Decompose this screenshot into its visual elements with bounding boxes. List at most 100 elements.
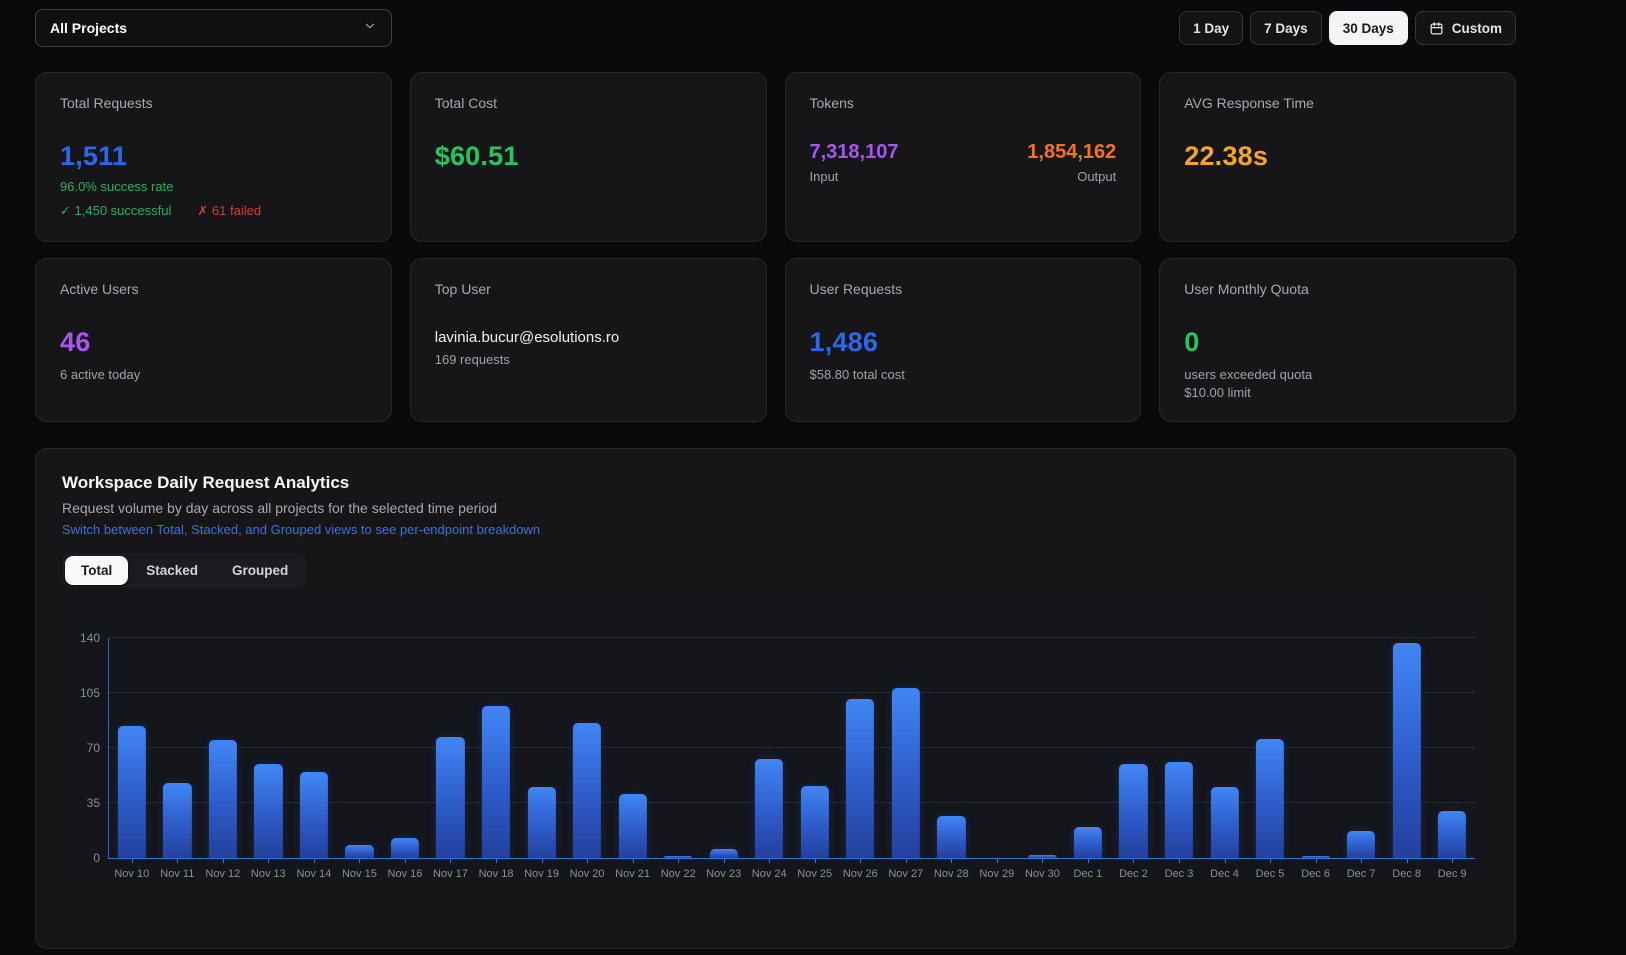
bar-slot-nov-23: Nov 23 xyxy=(701,638,747,858)
bar-slot-dec-3: Dec 3 xyxy=(1156,638,1202,858)
bar-dec-7[interactable] xyxy=(1347,831,1375,858)
x-axis-tick-label: Nov 21 xyxy=(615,868,650,880)
bar-dec-3[interactable] xyxy=(1165,762,1193,858)
bar-nov-20[interactable] xyxy=(573,723,601,858)
chart-bars: Nov 10Nov 11Nov 12Nov 13Nov 14Nov 15Nov … xyxy=(109,638,1475,858)
bar-dec-1[interactable] xyxy=(1074,827,1102,858)
bar-nov-13[interactable] xyxy=(254,764,282,858)
bar-nov-12[interactable] xyxy=(209,740,237,858)
total-requests-card: Total Requests 1,511 96.0% success rate … xyxy=(35,72,392,242)
user-monthly-quota-subtitle: users exceeded quota xyxy=(1184,367,1491,382)
bar-slot-dec-8: Dec 8 xyxy=(1384,638,1430,858)
successful-label: 1,450 successful xyxy=(75,203,172,218)
user-monthly-quota-card: User Monthly Quota 0 users exceeded quot… xyxy=(1159,258,1516,422)
x-axis-tick-label: Dec 9 xyxy=(1438,868,1467,880)
bar-nov-16[interactable] xyxy=(391,838,419,858)
x-axis-tick-label: Nov 12 xyxy=(205,868,240,880)
x-axis-tick-label: Nov 10 xyxy=(114,868,149,880)
bar-nov-28[interactable] xyxy=(937,816,965,858)
bar-nov-27[interactable] xyxy=(892,688,920,858)
project-filter-value: All Projects xyxy=(50,20,127,36)
chart-view-tabs: TotalStackedGrouped xyxy=(62,553,307,588)
x-axis-tick-label: Nov 14 xyxy=(296,868,331,880)
time-range-custom[interactable]: Custom xyxy=(1415,11,1516,45)
time-range-30-days[interactable]: 30 Days xyxy=(1329,11,1408,45)
bar-slot-nov-19: Nov 19 xyxy=(519,638,565,858)
tokens-output-col: 1,854,162 Output xyxy=(1027,141,1116,184)
bar-slot-nov-13: Nov 13 xyxy=(246,638,292,858)
bar-nov-21[interactable] xyxy=(619,794,647,858)
bar-slot-nov-17: Nov 17 xyxy=(428,638,474,858)
bar-slot-nov-18: Nov 18 xyxy=(473,638,519,858)
daily-analytics-card: Workspace Daily Request Analytics Reques… xyxy=(35,448,1516,949)
user-requests-value: 1,486 xyxy=(810,327,1117,358)
time-range-7-days-label: 7 Days xyxy=(1264,21,1308,36)
dashboard-page: All Projects 1 Day 7 Days 30 Days Custom… xyxy=(0,0,1516,949)
stats-row-1: Total Requests 1,511 96.0% success rate … xyxy=(35,72,1516,242)
x-axis-tick-label: Dec 7 xyxy=(1347,868,1376,880)
bar-slot-nov-30: Nov 30 xyxy=(1020,638,1066,858)
bar-nov-25[interactable] xyxy=(801,786,829,858)
tab-grouped[interactable]: Grouped xyxy=(216,556,304,585)
avg-response-time-value: 22.38s xyxy=(1184,141,1491,172)
tab-total[interactable]: Total xyxy=(65,556,128,585)
x-axis-tick-label: Nov 19 xyxy=(524,868,559,880)
bar-nov-19[interactable] xyxy=(527,787,555,858)
bar-slot-dec-9: Dec 9 xyxy=(1429,638,1475,858)
bar-dec-9[interactable] xyxy=(1438,811,1466,858)
time-range-1-day[interactable]: 1 Day xyxy=(1179,11,1243,45)
chart-title: Workspace Daily Request Analytics xyxy=(62,473,1489,493)
bar-slot-nov-15: Nov 15 xyxy=(337,638,383,858)
chevron-down-icon xyxy=(363,19,377,38)
avg-response-time-card: AVG Response Time 22.38s xyxy=(1159,72,1516,242)
bar-nov-24[interactable] xyxy=(755,759,783,858)
bar-slot-nov-12: Nov 12 xyxy=(200,638,246,858)
user-requests-card: User Requests 1,486 $58.80 total cost xyxy=(785,258,1142,422)
time-range-7-days[interactable]: 7 Days xyxy=(1250,11,1322,45)
x-axis-tick-label: Dec 3 xyxy=(1165,868,1194,880)
bar-slot-nov-11: Nov 11 xyxy=(155,638,201,858)
stats-row-2: Active Users 46 6 active today Top User … xyxy=(35,258,1516,422)
project-filter-dropdown[interactable]: All Projects xyxy=(35,9,392,47)
bar-nov-10[interactable] xyxy=(118,726,146,858)
active-users-card: Active Users 46 6 active today xyxy=(35,258,392,422)
top-user-card: Top User lavinia.bucur@esolutions.ro 169… xyxy=(410,258,767,422)
check-icon: ✓ xyxy=(60,203,71,218)
top-user-email: lavinia.bucur@esolutions.ro xyxy=(435,329,742,346)
x-axis-tick-label: Nov 26 xyxy=(843,868,878,880)
x-axis-tick-label: Nov 17 xyxy=(433,868,468,880)
bar-dec-5[interactable] xyxy=(1256,739,1284,858)
bar-nov-23[interactable] xyxy=(710,849,738,858)
x-axis-tick-label: Nov 11 xyxy=(160,868,194,880)
tokens-output-label: Output xyxy=(1027,169,1116,184)
chart-plot: Nov 10Nov 11Nov 12Nov 13Nov 14Nov 15Nov … xyxy=(108,638,1475,858)
bar-nov-11[interactable] xyxy=(163,783,191,858)
bar-dec-2[interactable] xyxy=(1119,764,1147,858)
tokens-input-value: 7,318,107 xyxy=(810,141,899,164)
bar-nov-26[interactable] xyxy=(846,699,874,858)
chart-subtitle: Request volume by day across all project… xyxy=(62,500,1489,516)
bar-nov-18[interactable] xyxy=(482,706,510,858)
active-users-subtitle: 6 active today xyxy=(60,367,367,382)
failed-count: ✗ 61 failed xyxy=(197,203,261,219)
bar-slot-dec-5: Dec 5 xyxy=(1247,638,1293,858)
y-axis-tick-label: 0 xyxy=(93,851,100,865)
calendar-icon xyxy=(1429,21,1444,36)
x-axis-tick-label: Dec 2 xyxy=(1119,868,1148,880)
tab-stacked[interactable]: Stacked xyxy=(130,556,214,585)
bar-nov-14[interactable] xyxy=(300,772,328,858)
time-range-1-day-label: 1 Day xyxy=(1193,21,1229,36)
bar-dec-4[interactable] xyxy=(1210,787,1238,858)
x-axis-tick-label: Nov 29 xyxy=(979,868,1014,880)
failed-label: 61 failed xyxy=(212,203,261,218)
chart-plot-panel: 03570105140 Nov 10Nov 11Nov 12Nov 13Nov … xyxy=(62,602,1489,868)
bar-dec-8[interactable] xyxy=(1393,643,1421,858)
bar-nov-15[interactable] xyxy=(345,845,373,858)
x-axis-tick-label: Nov 23 xyxy=(706,868,741,880)
bar-slot-nov-27: Nov 27 xyxy=(883,638,929,858)
x-axis-tick-label: Nov 15 xyxy=(342,868,377,880)
bar-nov-17[interactable] xyxy=(436,737,464,858)
top-user-subtitle: 169 requests xyxy=(435,352,742,367)
y-axis-tick-label: 140 xyxy=(80,631,100,645)
total-requests-value: 1,511 xyxy=(60,141,367,172)
